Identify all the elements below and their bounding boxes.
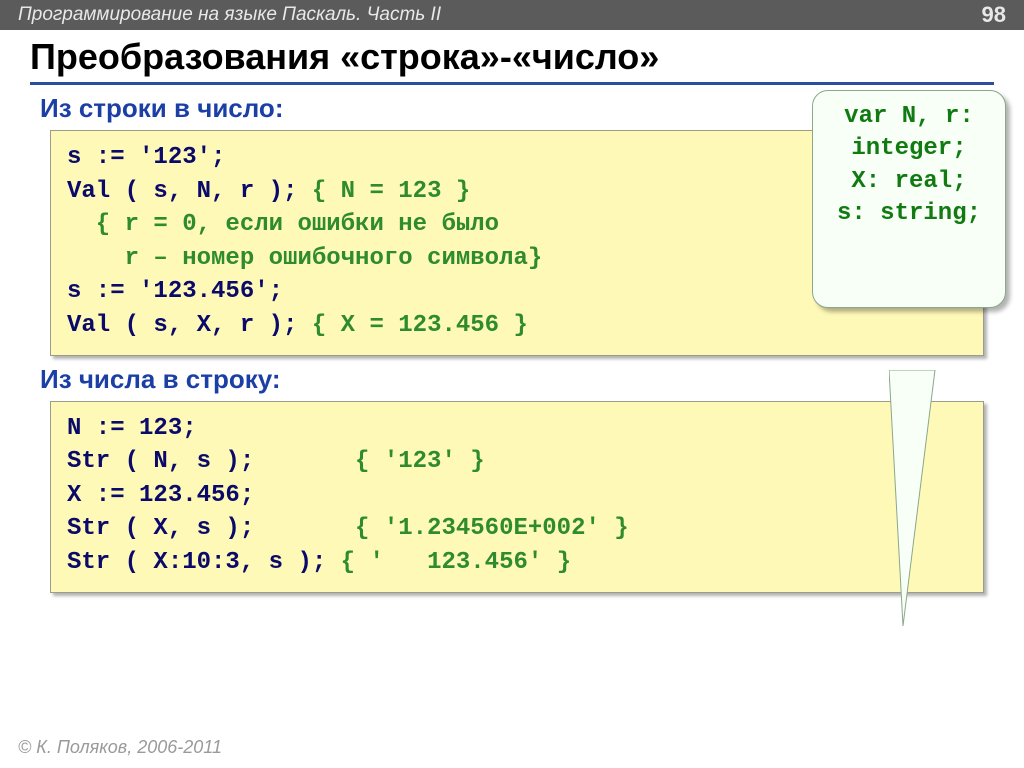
- code2-l5-comment: { ' 123.456' }: [341, 549, 571, 576]
- var-callout-box: var N, r: integer; X: real; s: string;: [812, 90, 1006, 308]
- code1-l1: s := '123';: [67, 144, 225, 171]
- breadcrumb: Программирование на языке Паскаль. Часть…: [18, 4, 441, 26]
- callout-line-2: integer;: [851, 135, 966, 162]
- code2-l2: Str ( N, s );: [67, 448, 355, 475]
- header-bar: Программирование на языке Паскаль. Часть…: [0, 0, 1024, 30]
- code1-l6: Val ( s, X, r );: [67, 312, 312, 339]
- code2-l4-comment: { '1.234560E+002' }: [355, 515, 629, 542]
- section2-heading: Из числа в строку:: [40, 364, 1024, 395]
- var-callout: var N, r: integer; X: real; s: string;: [812, 90, 1006, 308]
- page-title: Преобразования «строка»-«число»: [30, 36, 994, 85]
- code2-l5: Str ( X:10:3, s );: [67, 549, 341, 576]
- footer-credit: © К. Поляков, 2006-2011: [18, 737, 222, 758]
- code2-l3: X := 123.456;: [67, 482, 254, 509]
- code2-l2-comment: { '123' }: [355, 448, 485, 475]
- code2-l4: Str ( X, s );: [67, 515, 355, 542]
- code1-l4-comment: r – номер ошибочного символа}: [67, 245, 542, 272]
- page-number: 98: [982, 2, 1006, 28]
- callout-line-3: X: real;: [851, 168, 966, 195]
- code1-l2-comment: { N = 123 }: [312, 178, 470, 205]
- code1-l2: Val ( s, N, r );: [67, 178, 312, 205]
- code1-l6-comment: { X = 123.456 }: [312, 312, 528, 339]
- code-block-2: N := 123; Str ( N, s ); { '123' } X := 1…: [50, 401, 984, 593]
- code1-l3-comment: { r = 0, если ошибки не было: [67, 211, 499, 238]
- code2-l1: N := 123;: [67, 415, 197, 442]
- callout-line-1: var N, r:: [844, 103, 974, 130]
- callout-line-4: s: string;: [837, 200, 981, 227]
- code-block-2-wrap: N := 123; Str ( N, s ); { '123' } X := 1…: [50, 401, 984, 593]
- code1-l5: s := '123.456';: [67, 278, 283, 305]
- callout-tail-icon: [889, 305, 975, 695]
